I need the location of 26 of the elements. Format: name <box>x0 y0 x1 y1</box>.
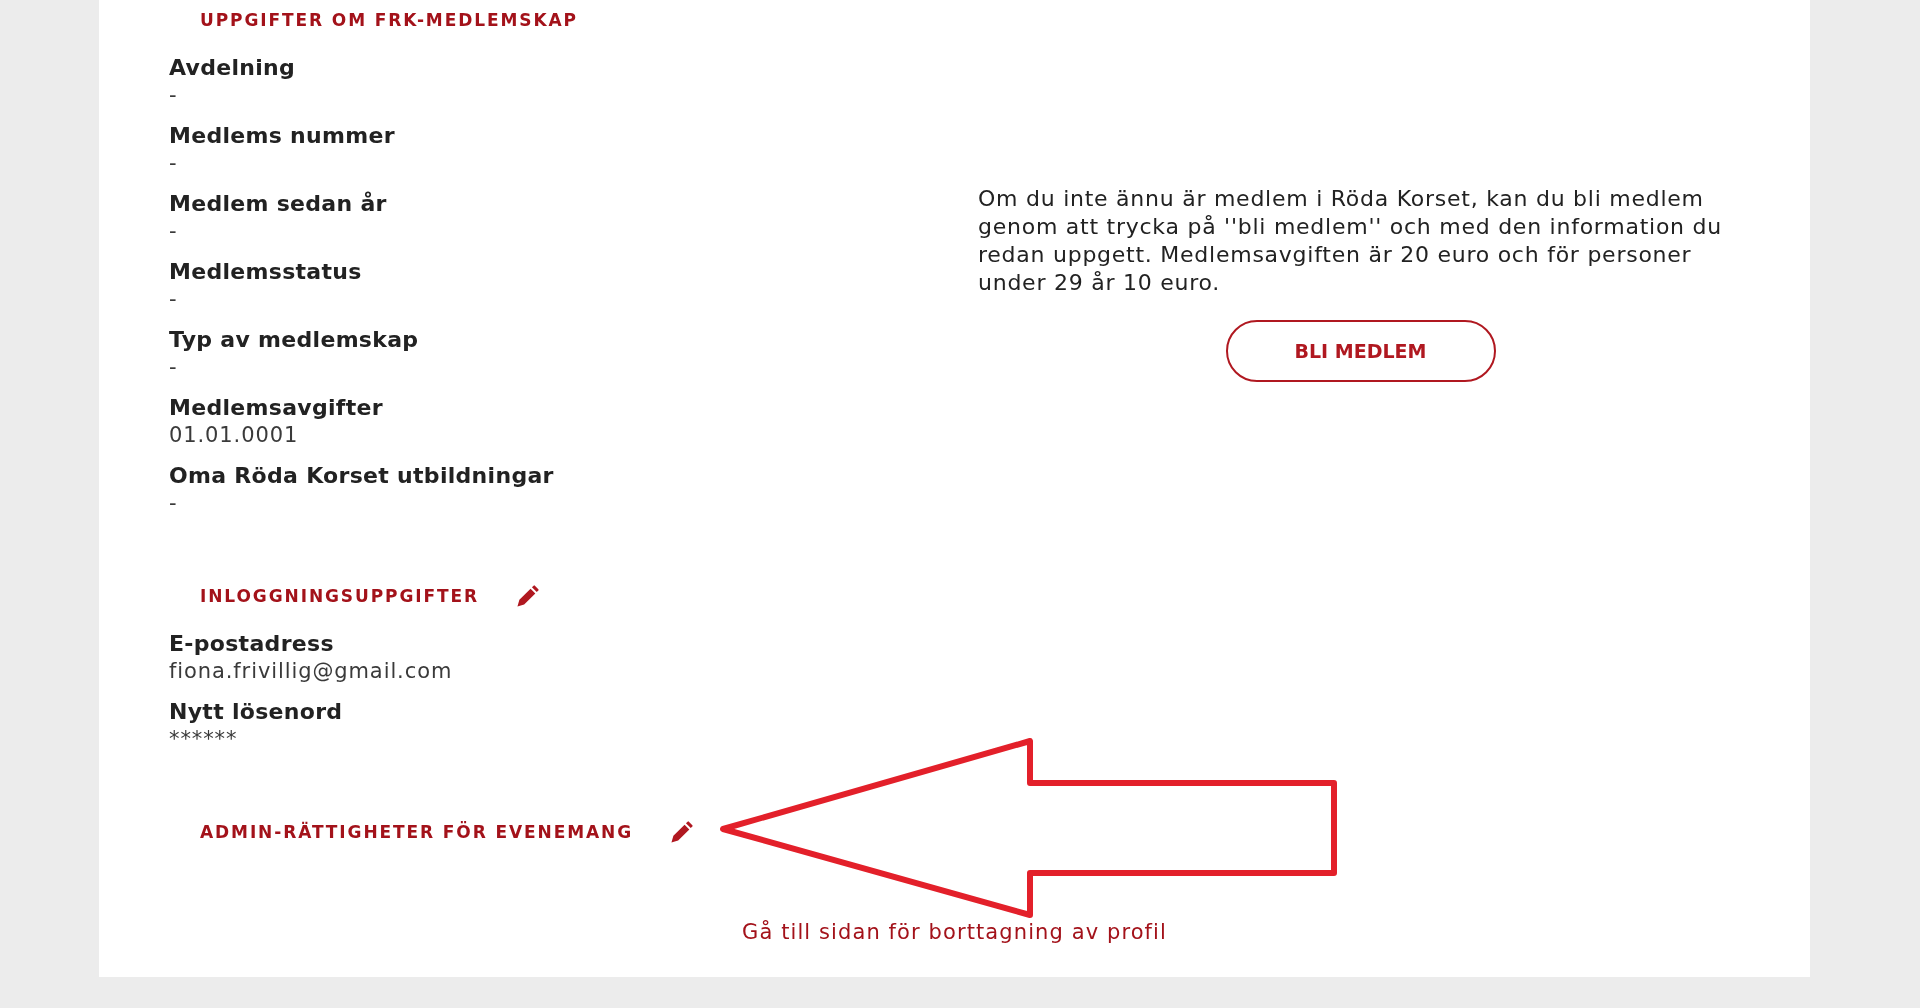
field-label: Avdelning <box>169 54 297 82</box>
section-heading: INLOGGNINGSUPPGIFTER <box>200 585 480 607</box>
field-value: ****** <box>169 726 239 752</box>
field-label: Medlemsavgifter <box>169 394 384 422</box>
field-value: 01.01.0001 <box>169 422 300 448</box>
delete-profile-link[interactable]: Gå till sidan för borttagning av profil <box>742 918 1167 946</box>
field-label: Typ av medlemskap <box>169 326 420 354</box>
pencil-icon[interactable] <box>671 821 694 843</box>
field-value: - <box>169 286 179 312</box>
field-label: E-postadress <box>169 630 335 658</box>
field-label: Medlemsstatus <box>169 258 363 286</box>
field-label: Medlems nummer <box>169 122 396 150</box>
section-heading: ADMIN-RÄTTIGHETER FÖR EVENEMANG <box>200 821 634 843</box>
field-label: Oma Röda Korset utbildningar <box>169 462 555 490</box>
pencil-icon[interactable] <box>517 585 540 607</box>
join-button[interactable]: BLI MEDLEM <box>1225 320 1496 382</box>
field-value: - <box>169 150 179 176</box>
field-value: - <box>169 82 179 108</box>
field-label: Nytt lösenord <box>169 698 344 726</box>
field-value: - <box>169 490 179 516</box>
membership-info-text: Om du inte ännu är medlem i Röda Korset, kan du bli medlem genom att trycka på ''bli medlem'' och med den information du redan uppgett. Medlemsavgiften är 20 euro och för personer under 29 år 10 euro. <box>978 185 1723 297</box>
section-heading: UPPGIFTER OM FRK-MEDLEMSKAP <box>200 9 578 31</box>
field-value: fiona.frivillig@gmail.com <box>169 658 454 684</box>
field-label: Medlem sedan år <box>169 190 388 218</box>
field-value: - <box>169 354 179 380</box>
field-value: - <box>169 218 179 244</box>
